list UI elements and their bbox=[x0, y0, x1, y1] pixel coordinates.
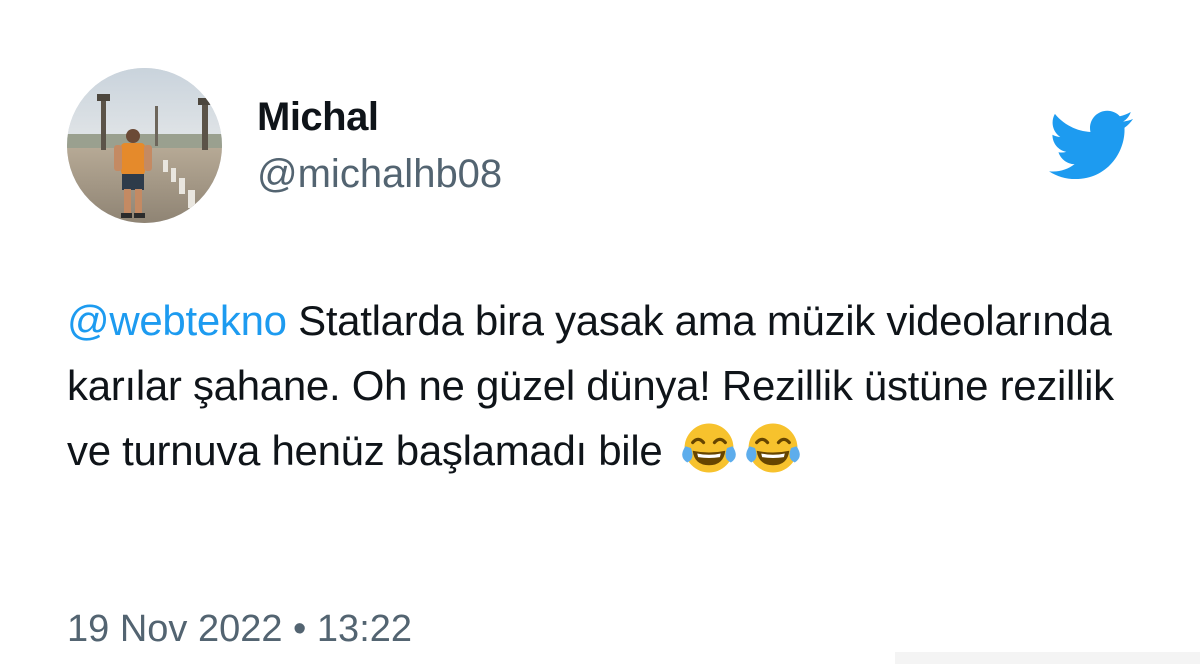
twitter-bird-icon[interactable] bbox=[1045, 108, 1135, 182]
tweet-timestamp[interactable]: 19 Nov 2022 • 13:22 bbox=[67, 606, 412, 652]
avatar[interactable] bbox=[67, 68, 222, 223]
avatar-photo bbox=[67, 68, 222, 223]
tweet-date: 19 Nov 2022 bbox=[67, 608, 283, 650]
meta-separator: • bbox=[282, 608, 317, 650]
mention-link[interactable]: @webtekno bbox=[67, 297, 287, 344]
author-name[interactable]: Michal bbox=[257, 94, 379, 140]
face-with-tears-of-joy-icon bbox=[682, 423, 736, 473]
tweet-text: @webtekno Statlarda bira yasak ama müzik… bbox=[67, 288, 1147, 483]
face-with-tears-of-joy-icon bbox=[746, 423, 800, 473]
divider bbox=[895, 652, 1200, 664]
tweet-time: 13:22 bbox=[316, 608, 413, 650]
author-handle[interactable]: @michalhb08 bbox=[257, 151, 502, 197]
